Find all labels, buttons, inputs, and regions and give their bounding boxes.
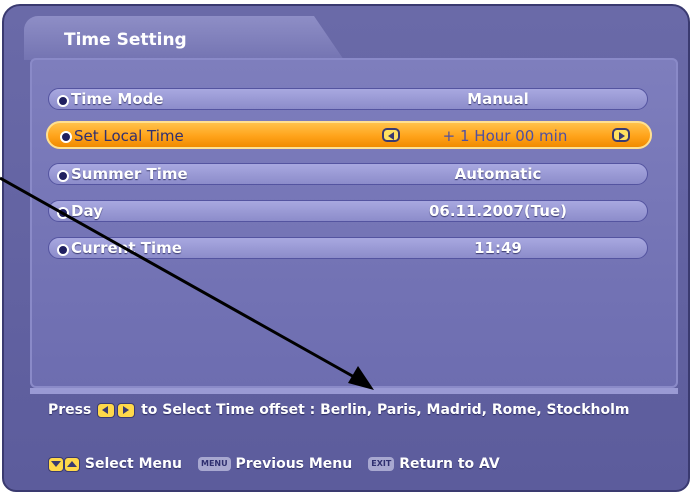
help-description: to Select Time offset : Berlin, Paris, M… xyxy=(141,402,630,418)
previous-menu-hint: MENU Previous Menu xyxy=(197,456,353,472)
down-arrow-icon xyxy=(48,456,64,472)
menu-item-day[interactable]: Day 06.11.2007(Tue) xyxy=(48,200,648,222)
previous-menu-label: Previous Menu xyxy=(235,456,353,472)
bullet-icon xyxy=(57,207,69,219)
left-arrow-icon xyxy=(97,402,116,418)
menu-item-label: Time Mode xyxy=(71,90,164,108)
exit-key-icon: EXIT xyxy=(368,457,395,471)
menu-item-value: + 1 Hour 00 min xyxy=(442,127,568,145)
return-av-hint: EXIT Return to AV xyxy=(368,456,500,472)
menu-key-icon: MENU xyxy=(197,457,231,471)
menu-item-set-local-time[interactable]: Set Local Time + 1 Hour 00 min xyxy=(46,121,652,149)
page-title: Time Setting xyxy=(64,30,187,50)
right-arrow-icon xyxy=(117,402,136,418)
footer-keys: Select Menu MENU Previous Menu EXIT Retu… xyxy=(48,456,500,472)
menu-item-value: Automatic xyxy=(454,165,542,183)
select-menu-label: Select Menu xyxy=(84,456,182,472)
help-press-label: Press xyxy=(48,402,92,418)
bullet-icon xyxy=(57,95,69,107)
left-arrow-icon[interactable] xyxy=(382,128,400,142)
menu-item-current-time[interactable]: Current Time 11:49 xyxy=(48,237,648,259)
return-av-label: Return to AV xyxy=(399,456,500,472)
divider xyxy=(30,388,678,394)
help-text: Press to Select Time offset : Berlin, Pa… xyxy=(48,402,630,418)
bullet-icon xyxy=(60,131,72,143)
up-arrow-icon xyxy=(64,456,80,472)
menu-item-time-mode[interactable]: Time Mode Manual xyxy=(48,88,648,110)
menu-item-label: Current Time xyxy=(71,239,182,257)
bullet-icon xyxy=(57,170,69,182)
menu-item-value: 11:49 xyxy=(474,239,522,257)
bullet-icon xyxy=(57,244,69,256)
right-arrow-icon[interactable] xyxy=(612,128,630,142)
menu-item-label: Day xyxy=(71,202,103,220)
select-menu-hint: Select Menu xyxy=(48,456,182,472)
menu-item-label: Set Local Time xyxy=(74,127,184,145)
menu-item-value: Manual xyxy=(467,90,529,108)
menu-item-summer-time[interactable]: Summer Time Automatic xyxy=(48,163,648,185)
menu-item-label: Summer Time xyxy=(71,165,188,183)
menu-item-value: 06.11.2007(Tue) xyxy=(428,202,568,220)
